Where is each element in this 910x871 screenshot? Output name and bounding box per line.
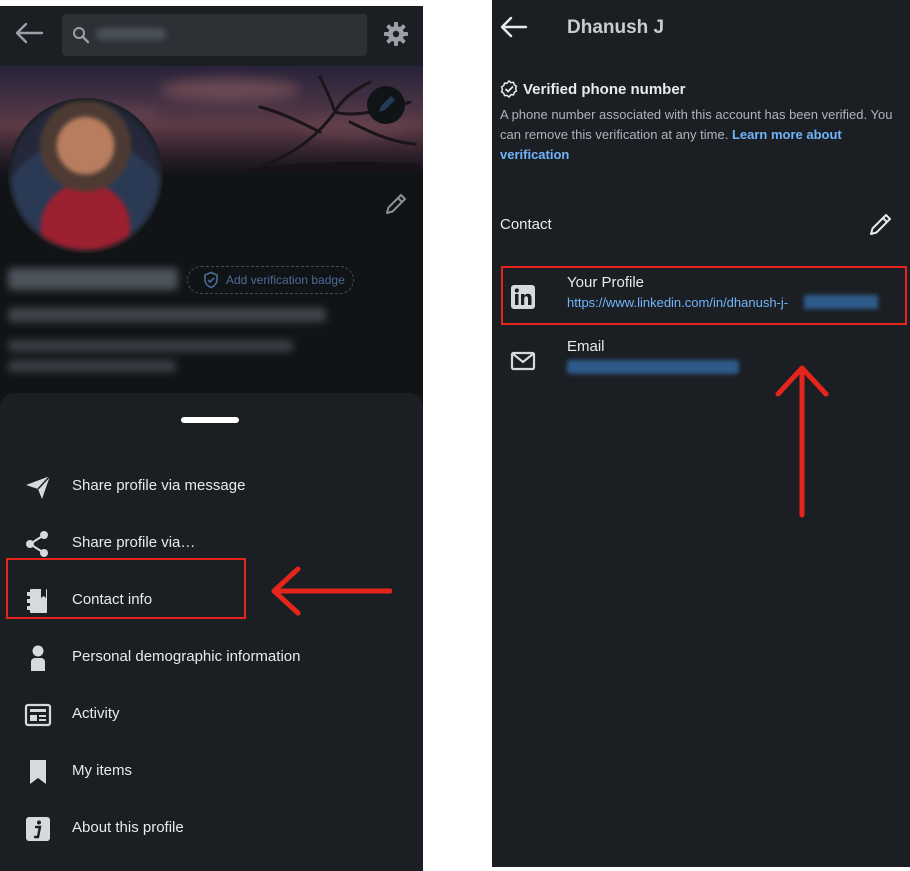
share-icon bbox=[26, 531, 48, 557]
verify-badge-label: Add verification badge bbox=[226, 273, 345, 287]
menu-item-label: Activity bbox=[72, 705, 120, 722]
verified-phone-description: A phone number associated with this acco… bbox=[500, 107, 893, 162]
top-bar bbox=[0, 6, 423, 66]
location-redacted bbox=[8, 340, 293, 352]
arrow-up-annotation bbox=[775, 365, 829, 518]
menu-item-label: About this profile bbox=[72, 819, 184, 836]
menu-item-label: My items bbox=[72, 762, 132, 779]
email-row-title: Email bbox=[567, 338, 605, 355]
search-icon bbox=[73, 27, 90, 44]
bottom-sheet: Share profile via message Share profile … bbox=[0, 393, 423, 871]
connections-redacted bbox=[8, 360, 176, 372]
search-text-redacted bbox=[96, 28, 166, 40]
avatar[interactable] bbox=[8, 98, 163, 253]
contact-section-heading: Contact bbox=[500, 216, 552, 233]
menu-item-activity[interactable]: Activity bbox=[0, 687, 423, 741]
profile-name-redacted bbox=[8, 268, 178, 290]
search-input[interactable] bbox=[62, 14, 367, 56]
menu-item-about-profile[interactable]: About this profile bbox=[0, 801, 423, 855]
page-title: Dhanush J bbox=[567, 17, 665, 38]
back-arrow-icon[interactable] bbox=[500, 16, 528, 38]
email-row[interactable]: Email bbox=[492, 330, 910, 390]
menu-item-my-items[interactable]: My items bbox=[0, 744, 423, 798]
menu-item-label: Share profile via… bbox=[72, 534, 196, 551]
activity-icon bbox=[24, 703, 52, 727]
mail-icon bbox=[510, 351, 536, 371]
menu-item-demographic-info[interactable]: Personal demographic information bbox=[0, 630, 423, 684]
highlight-box bbox=[6, 558, 246, 619]
left-screen: Add verification badge Share profile via… bbox=[0, 6, 423, 871]
email-redacted bbox=[567, 360, 739, 374]
headline-redacted bbox=[8, 308, 326, 322]
send-icon bbox=[26, 475, 51, 499]
pencil-icon[interactable] bbox=[867, 210, 895, 238]
menu-item-label: Share profile via message bbox=[72, 477, 246, 494]
add-verification-badge-button[interactable]: Add verification badge bbox=[187, 266, 354, 294]
pencil-icon[interactable] bbox=[382, 190, 410, 218]
shield-check-icon bbox=[204, 271, 218, 289]
info-icon bbox=[26, 817, 50, 841]
right-screen: Dhanush J Verified phone number A phone … bbox=[492, 0, 910, 867]
person-icon bbox=[31, 645, 45, 671]
gear-icon[interactable] bbox=[383, 21, 409, 47]
bookmark-icon bbox=[30, 760, 46, 784]
verified-check-icon bbox=[500, 80, 518, 98]
back-arrow-icon[interactable] bbox=[14, 22, 44, 44]
menu-item-label: Personal demographic information bbox=[72, 648, 301, 665]
sheet-drag-handle[interactable] bbox=[181, 417, 239, 423]
arrow-left-annotation bbox=[271, 566, 392, 616]
highlight-box bbox=[501, 266, 907, 325]
verified-phone-title: Verified phone number bbox=[523, 81, 686, 98]
menu-item-share-via-message[interactable]: Share profile via message bbox=[0, 459, 423, 513]
